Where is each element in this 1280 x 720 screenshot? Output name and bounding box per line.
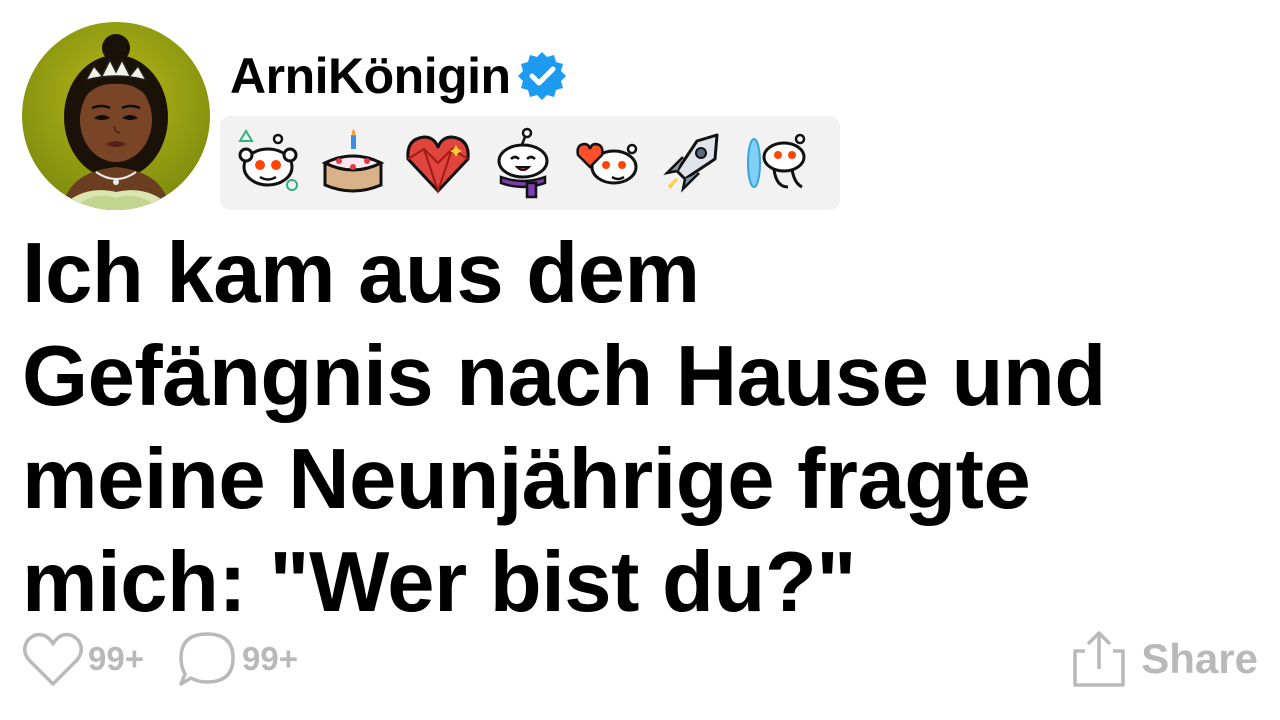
comment-count: 99+ — [242, 640, 298, 677]
like-count: 99+ — [88, 640, 144, 677]
snoo-scarf-badge-icon — [487, 127, 559, 199]
snoo-heart-balloon-badge-icon — [572, 127, 644, 199]
crystal-heart-badge-icon — [402, 127, 474, 199]
snoo-shapes-badge-icon — [232, 127, 304, 199]
avatar[interactable] — [22, 22, 210, 210]
post-actions: 99+ 99+ Share — [22, 626, 1258, 692]
post-title-line: Gefängnis nach Hause und — [22, 329, 1106, 424]
princess-avatar-icon — [58, 34, 174, 210]
post-title-line: Ich kam aus dem — [22, 226, 700, 321]
share-icon — [1073, 631, 1126, 687]
like-button[interactable]: 99+ — [22, 626, 144, 692]
author-row: ArniKönigin — [230, 44, 567, 108]
comment-bubble-icon — [179, 632, 235, 686]
share-button[interactable]: Share — [1071, 626, 1258, 692]
verified-badge-icon — [517, 51, 567, 101]
snoo-portal-badge-icon — [742, 127, 814, 199]
award-badges — [220, 116, 840, 210]
post-title-line: mich: "Wer bist du?" — [22, 535, 857, 630]
birthday-cake-badge-icon — [317, 127, 389, 199]
heart-icon — [23, 632, 83, 686]
share-label: Share — [1141, 635, 1258, 682]
username[interactable]: ArniKönigin — [230, 47, 511, 105]
comment-button[interactable]: 99+ — [176, 626, 298, 692]
post-title-line: meine Neunjährige fragte — [22, 432, 1031, 527]
post-title: Ich kam aus dem Gefängnis nach Hause und… — [22, 222, 1272, 634]
rocket-badge-icon — [657, 127, 729, 199]
